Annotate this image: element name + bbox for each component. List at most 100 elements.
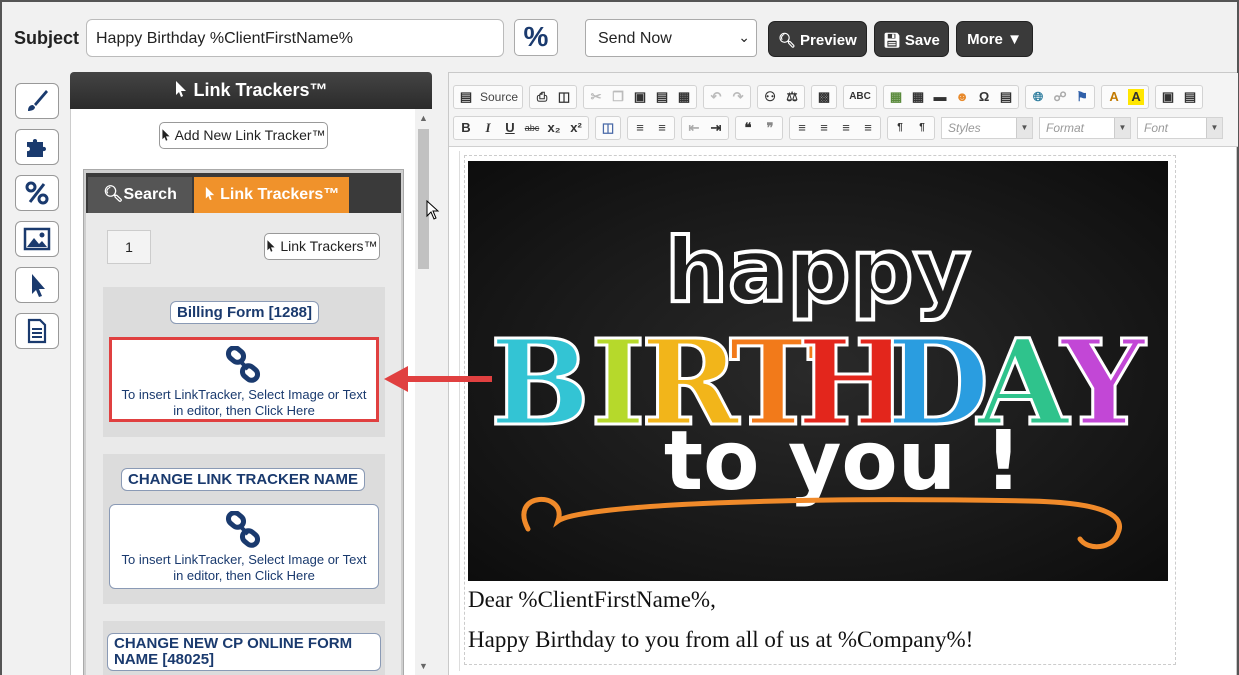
hero-line-happy: happy [665, 219, 970, 322]
toolbar-group-spell: ABC [843, 85, 878, 109]
toolbar-group-select: ▩ [811, 85, 838, 109]
scroll-down-icon[interactable]: ▼ [419, 661, 428, 671]
div-icon[interactable]: ❞ [762, 120, 778, 136]
pointer-icon[interactable] [15, 267, 59, 303]
percent-icon[interactable] [15, 175, 59, 211]
brush-icon[interactable] [15, 83, 59, 119]
paste-word-icon[interactable]: ▦ [676, 89, 692, 105]
insert-merge-field-button[interactable]: % [514, 19, 558, 56]
link-tracker-browser: 🔍︎Search Link Trackers™ 1 Link Trackers™… [83, 169, 404, 675]
align-center-icon[interactable]: ≡ [816, 120, 832, 136]
page-number[interactable]: 1 [107, 230, 151, 264]
redo-icon[interactable]: ↷ [730, 89, 746, 105]
more-button[interactable]: More ▼ [956, 21, 1033, 57]
copy-icon[interactable]: ❐ [610, 89, 626, 105]
maximize-icon[interactable]: ▣ [1160, 89, 1176, 105]
superscript-icon[interactable]: x² [568, 120, 584, 136]
scroll-up-icon[interactable]: ▲ [419, 113, 428, 123]
strikethrough-icon[interactable]: abc [524, 120, 540, 136]
link-icon[interactable]: 🌐︎ [1030, 89, 1046, 105]
link-icon [225, 510, 261, 548]
scrollbar-thumb[interactable] [418, 129, 429, 269]
italic-icon[interactable]: I [480, 120, 496, 136]
unlink-icon[interactable]: ☍ [1052, 89, 1068, 105]
tab-bar: 🔍︎Search Link Trackers™ [86, 173, 401, 213]
table-icon[interactable]: ▦ [910, 89, 926, 105]
page-break-icon[interactable]: ▤ [998, 89, 1014, 105]
undo-icon[interactable]: ↶ [708, 89, 724, 105]
styles-dropdown[interactable]: Styles ▼ [941, 117, 1033, 139]
smiley-icon[interactable]: ☻ [954, 89, 970, 105]
source-icon[interactable]: ▤ [458, 89, 474, 105]
editor-content[interactable]: happy B I R T H D A Y to you ! Dear %Cli… [459, 151, 1229, 671]
bulleted-list-icon[interactable]: ≡ [654, 120, 670, 136]
panel-body: Add New Link Tracker™ 🔍︎Search Link Trac… [70, 109, 415, 675]
cut-icon[interactable]: ✂ [588, 89, 604, 105]
indent-icon[interactable]: ⇥ [708, 120, 724, 136]
greeting-paragraph[interactable]: Dear %ClientFirstName%, [468, 587, 716, 613]
ltr-icon[interactable]: ¶ [892, 120, 908, 136]
document-icon[interactable] [15, 313, 59, 349]
link-trackers-button[interactable]: Link Trackers™ [264, 233, 380, 260]
toolbar-group-blocks: ❝ ❞ [735, 116, 783, 140]
add-link-tracker-button[interactable]: Add New Link Tracker™ [159, 122, 328, 149]
insert-link-tracker-button[interactable]: To insert LinkTracker, Select Image or T… [109, 337, 379, 422]
tracker-name-button[interactable]: Billing Form [1288] [170, 301, 320, 324]
subscript-icon[interactable]: x₂ [546, 120, 562, 136]
anchor-icon[interactable]: ⚑ [1074, 89, 1090, 105]
instruction-line: To insert LinkTracker, Select Image or T… [121, 387, 367, 402]
paste-icon[interactable]: ▣ [632, 89, 648, 105]
mouse-cursor-icon [426, 200, 440, 220]
toolbar-group-link: 🌐︎ ☍ ⚑ [1025, 85, 1096, 109]
source-button[interactable]: Source [480, 90, 518, 104]
instruction-line: To insert LinkTracker, Select Image or T… [121, 552, 367, 567]
save-icon[interactable]: ◫ [556, 89, 572, 105]
show-blocks-icon[interactable]: ▤ [1182, 89, 1198, 105]
tab-link-trackers[interactable]: Link Trackers™ [194, 177, 349, 213]
send-option-select[interactable]: Send Now ⌄ [585, 19, 757, 57]
find-icon[interactable]: ⚇ [762, 89, 778, 105]
horizontal-line-icon[interactable]: ▬ [932, 89, 948, 105]
toolbar-group-basic: B I U abc x₂ x² [453, 116, 589, 140]
tracker-name-button[interactable]: CHANGE NEW CP ONLINE FORM NAME [48025] [107, 633, 381, 671]
save-button[interactable]: 💾︎ Save [874, 21, 949, 57]
print-icon[interactable]: ⎙ [534, 89, 550, 105]
subject-input[interactable]: Happy Birthday %ClientFirstName% [86, 19, 504, 57]
tab-search-label: Search [123, 186, 177, 203]
search-icon: 🔍︎ [103, 186, 124, 203]
underline-icon[interactable]: U [502, 120, 518, 136]
font-placeholder: Font [1144, 121, 1169, 135]
tracker-name-button[interactable]: CHANGE LINK TRACKER NAME [121, 468, 365, 491]
format-dropdown[interactable]: Format ▼ [1039, 117, 1131, 139]
font-dropdown[interactable]: Font ▼ [1137, 117, 1223, 139]
birthday-image[interactable]: happy B I R T H D A Y to you ! [468, 161, 1168, 581]
toolbar-group-indent: ⇤ ⇥ [681, 116, 729, 140]
special-char-icon[interactable]: Ω [976, 89, 992, 105]
link-icon [225, 345, 261, 383]
puzzle-icon[interactable] [15, 129, 59, 165]
align-left-icon[interactable]: ≡ [794, 120, 810, 136]
bg-color-icon[interactable]: A [1128, 89, 1145, 105]
image-icon[interactable]: ▦ [888, 89, 904, 105]
insert-link-tracker-button[interactable]: To insert LinkTracker, Select Image or T… [109, 504, 379, 589]
numbered-list-icon[interactable]: ≡ [632, 120, 648, 136]
eraser-icon[interactable]: ◫ [600, 120, 616, 136]
tab-search[interactable]: 🔍︎Search [88, 177, 192, 213]
text-color-icon[interactable]: A [1106, 89, 1122, 105]
blockquote-icon[interactable]: ❝ [740, 120, 756, 136]
justify-icon[interactable]: ≡ [860, 120, 876, 136]
spellcheck-icon[interactable]: ABC [848, 89, 872, 105]
bold-icon[interactable]: B [458, 120, 474, 136]
preview-button[interactable]: 🔍︎ Preview [768, 21, 867, 57]
list-item: CHANGE NEW CP ONLINE FORM NAME [48025] [103, 621, 385, 675]
toolbar-group-lists: ≡ ≡ [627, 116, 675, 140]
replace-icon[interactable]: ⚖ [784, 89, 800, 105]
message-paragraph[interactable]: Happy Birthday to you from all of us at … [468, 627, 973, 653]
rtl-icon[interactable]: ¶ [914, 120, 930, 136]
paste-text-icon[interactable]: ▤ [654, 89, 670, 105]
align-right-icon[interactable]: ≡ [838, 120, 854, 136]
select-all-icon[interactable]: ▩ [816, 89, 832, 105]
image-icon[interactable] [15, 221, 59, 257]
link-trackers-panel: Link Trackers™ Add New Link Tracker™ 🔍︎S… [70, 72, 432, 675]
outdent-icon[interactable]: ⇤ [686, 120, 702, 136]
